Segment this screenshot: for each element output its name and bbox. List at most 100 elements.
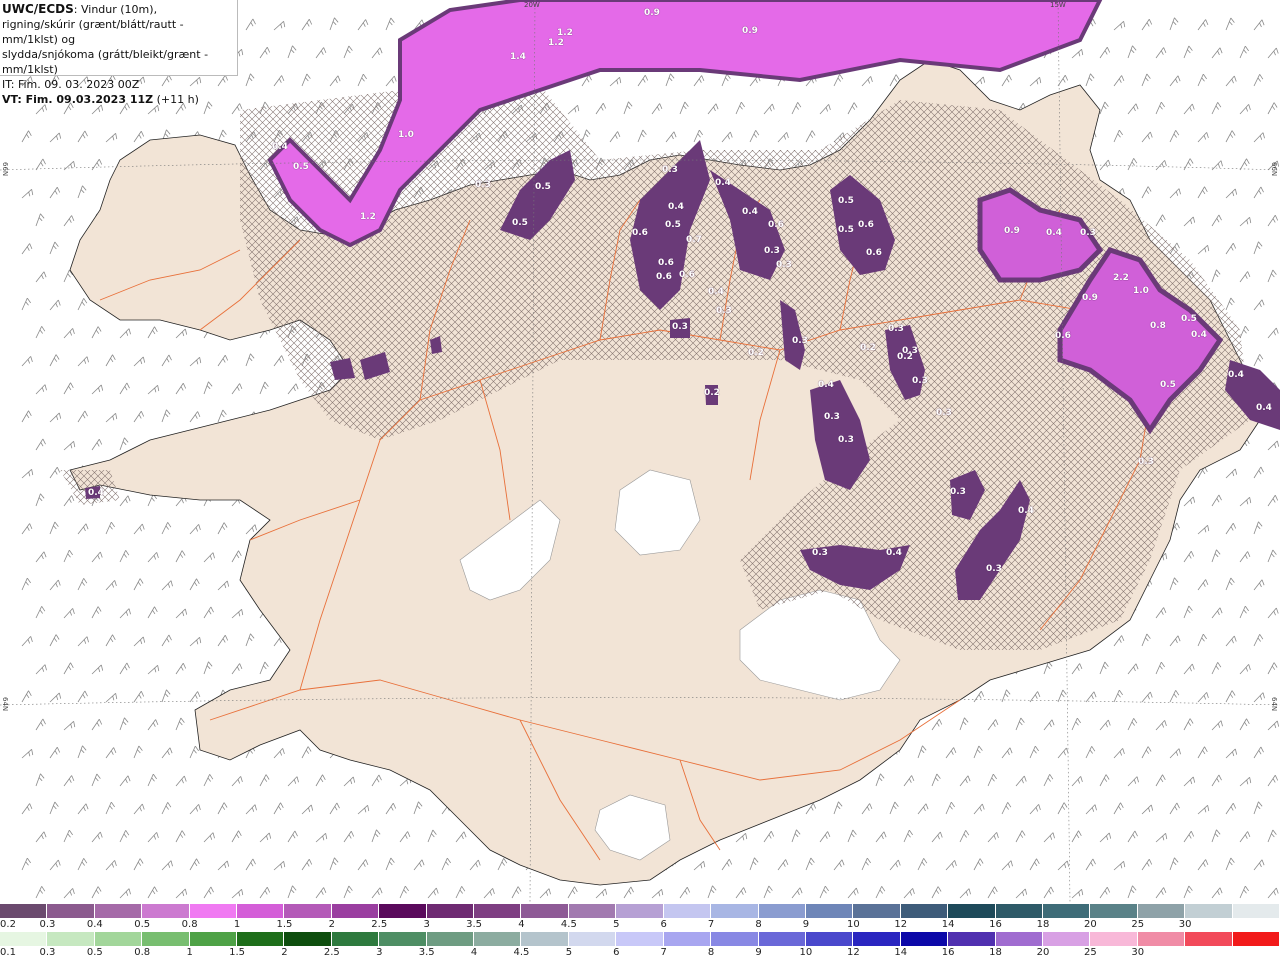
precip-value-label: 0.5 bbox=[1160, 380, 1176, 390]
colorbar-tick-label: 30 bbox=[1178, 919, 1192, 930]
colorbar-tick-label: 14 bbox=[941, 919, 955, 930]
colorbar-cell bbox=[1137, 932, 1186, 946]
precip-value-label: 0.4 bbox=[88, 488, 104, 498]
precip-value-label: 0.5 bbox=[838, 196, 854, 206]
colorbar-cell bbox=[805, 932, 854, 946]
colorbar-tick-label: 6 bbox=[613, 947, 620, 958]
precip-value-label: 0.4 bbox=[1228, 370, 1244, 380]
precip-value-label: 0.3 bbox=[838, 435, 854, 445]
colorbar-tick-label: 8 bbox=[707, 947, 715, 958]
colorbar-tick-label: 30 bbox=[1131, 947, 1145, 958]
precip-value-label: 0.9 bbox=[1082, 293, 1098, 303]
title-line3: slydda/snjókoma (grátt/bleikt/grænt - mm… bbox=[2, 48, 209, 76]
colorbar-tick-label: 9 bbox=[755, 947, 762, 958]
colorbar-cell bbox=[1090, 932, 1138, 946]
precip-value-label: 0.6 bbox=[768, 220, 784, 230]
precip-value-label: 0.9 bbox=[644, 8, 660, 18]
colorbar-cell bbox=[948, 904, 996, 918]
valid-time: VT: Fim. 09.03.2023 11Z bbox=[2, 93, 154, 106]
precip-value-label: 1.0 bbox=[1133, 286, 1149, 296]
precip-value-label: 0.5 bbox=[293, 162, 309, 172]
precip-value-label: 0.3 bbox=[672, 322, 688, 332]
colorbar-cell bbox=[94, 932, 143, 946]
colorbar-cell bbox=[1137, 904, 1186, 918]
colorbar-tick-label: 2.5 bbox=[323, 947, 340, 958]
colorbar-cell bbox=[853, 904, 901, 918]
colorbar-cell bbox=[379, 904, 427, 918]
precip-value-label: 1.2 bbox=[548, 38, 564, 48]
precip-value-label: 0.3 bbox=[475, 180, 491, 190]
precip-value-label: 0.6 bbox=[658, 258, 674, 268]
colorbar-cell bbox=[284, 904, 332, 918]
colorbar-tick-label: 2.5 bbox=[371, 919, 388, 930]
colorbar-tick-label: 16 bbox=[941, 947, 955, 958]
colorbar-cell bbox=[1232, 932, 1280, 946]
colorbar-tick-label: 3 bbox=[423, 919, 430, 930]
colorbar-cell bbox=[237, 932, 285, 946]
colorbar-tick-label: 5 bbox=[613, 919, 620, 930]
title-line2: rigning/skúrir (grænt/blátt/rautt - mm/1… bbox=[2, 18, 184, 46]
precip-value-label: 0.3 bbox=[902, 346, 918, 356]
precip-value-label: 0.4 bbox=[1191, 330, 1207, 340]
colorbar-tick-label: 1.5 bbox=[276, 919, 293, 930]
precip-value-label: 0.3 bbox=[716, 306, 732, 316]
colorbar-cell bbox=[1185, 932, 1233, 946]
precip-value-label: 0.2 bbox=[748, 348, 764, 358]
precip-value-label: 0.4 bbox=[1256, 403, 1272, 413]
colorbar-cell bbox=[900, 904, 949, 918]
precip-value-label: 0.4 bbox=[1018, 506, 1034, 516]
colorbar-tick-label: 0.4 bbox=[86, 919, 103, 930]
precip-value-label: 2.2 bbox=[1113, 273, 1129, 283]
colorbar-tick-label: 18 bbox=[989, 947, 1002, 958]
precip-value-label: 0.6 bbox=[1055, 331, 1071, 341]
precip-value-label: 0.3 bbox=[764, 246, 780, 256]
colorbar-cell bbox=[1042, 932, 1091, 946]
colorbar-cell bbox=[47, 932, 95, 946]
map-area[interactable]: 20W 15W 66N 66N 64N 64N 0.9 0.9 1.2 1.2 1.4 1… bbox=[0, 0, 1280, 902]
colorbar-cell bbox=[142, 904, 190, 918]
colorbar-tick-label: 4.5 bbox=[560, 919, 577, 930]
colorbar-cell bbox=[142, 932, 190, 946]
precip-value-label: 0.3 bbox=[776, 260, 792, 270]
colorbar-cell bbox=[948, 932, 996, 946]
colorbar-cell bbox=[758, 932, 806, 946]
precip-value-label: 0.4 bbox=[715, 178, 731, 188]
colorbar-cell bbox=[521, 904, 569, 918]
colorbar-cell bbox=[616, 932, 664, 946]
colorbar-cell bbox=[237, 904, 285, 918]
colorbar-tick-label: 2 bbox=[328, 919, 336, 930]
colorbar-cell bbox=[1042, 904, 1091, 918]
colorbar-cell bbox=[474, 904, 522, 918]
precip-value-label: 0.9 bbox=[1004, 226, 1020, 236]
colorbar-tick-label: 0.3 bbox=[39, 947, 56, 958]
colorbar-cell bbox=[995, 904, 1043, 918]
colorbar-tick-label: 7 bbox=[707, 919, 715, 930]
colorbar-cell bbox=[426, 932, 475, 946]
colorbar-tick-label: 10 bbox=[846, 919, 860, 930]
colorbar-cell bbox=[995, 932, 1043, 946]
colorbar-cell bbox=[568, 904, 617, 918]
lat-label-64n-left: 64N bbox=[1, 697, 9, 712]
precip-value-label: 1.0 bbox=[398, 130, 414, 140]
colorbar-cell bbox=[805, 904, 854, 918]
colorbar-tick-label: 6 bbox=[660, 919, 667, 930]
colorbar-tick-label: 9 bbox=[802, 919, 810, 930]
colorbar-cell bbox=[758, 904, 806, 918]
colorbar-cell bbox=[426, 904, 475, 918]
colorbar-tick-label: 14 bbox=[894, 947, 908, 958]
forecast-map bbox=[0, 0, 1280, 902]
precip-value-label: 0.4 bbox=[886, 548, 902, 558]
colorbar-tick-label: 3.5 bbox=[466, 919, 483, 930]
snow-colorbar bbox=[0, 904, 1280, 918]
lat-label-64n-right: 64N bbox=[1270, 697, 1278, 712]
precip-value-label: 0.3 bbox=[936, 408, 952, 418]
colorbar-tick-label: 0.8 bbox=[181, 919, 198, 930]
precip-value-label: 0.4 bbox=[742, 207, 758, 217]
precip-value-label: 1.4 bbox=[510, 52, 526, 62]
title-box: UWC/ECDS: Vindur (10m), rigning/skúrir (… bbox=[0, 0, 238, 106]
colorbar-cell bbox=[189, 932, 238, 946]
colorbar-tick-label: 3 bbox=[376, 947, 383, 958]
legend: 0.2 0.3 0.4 0.5 0.8 1 1.5 2 2.5 3 3.5 4 4.5 5 6 7 8 9 10 12… bbox=[0, 902, 1280, 960]
colorbar-tick-label: 1 bbox=[233, 919, 241, 930]
colorbar-tick-label: 4 bbox=[470, 947, 478, 958]
